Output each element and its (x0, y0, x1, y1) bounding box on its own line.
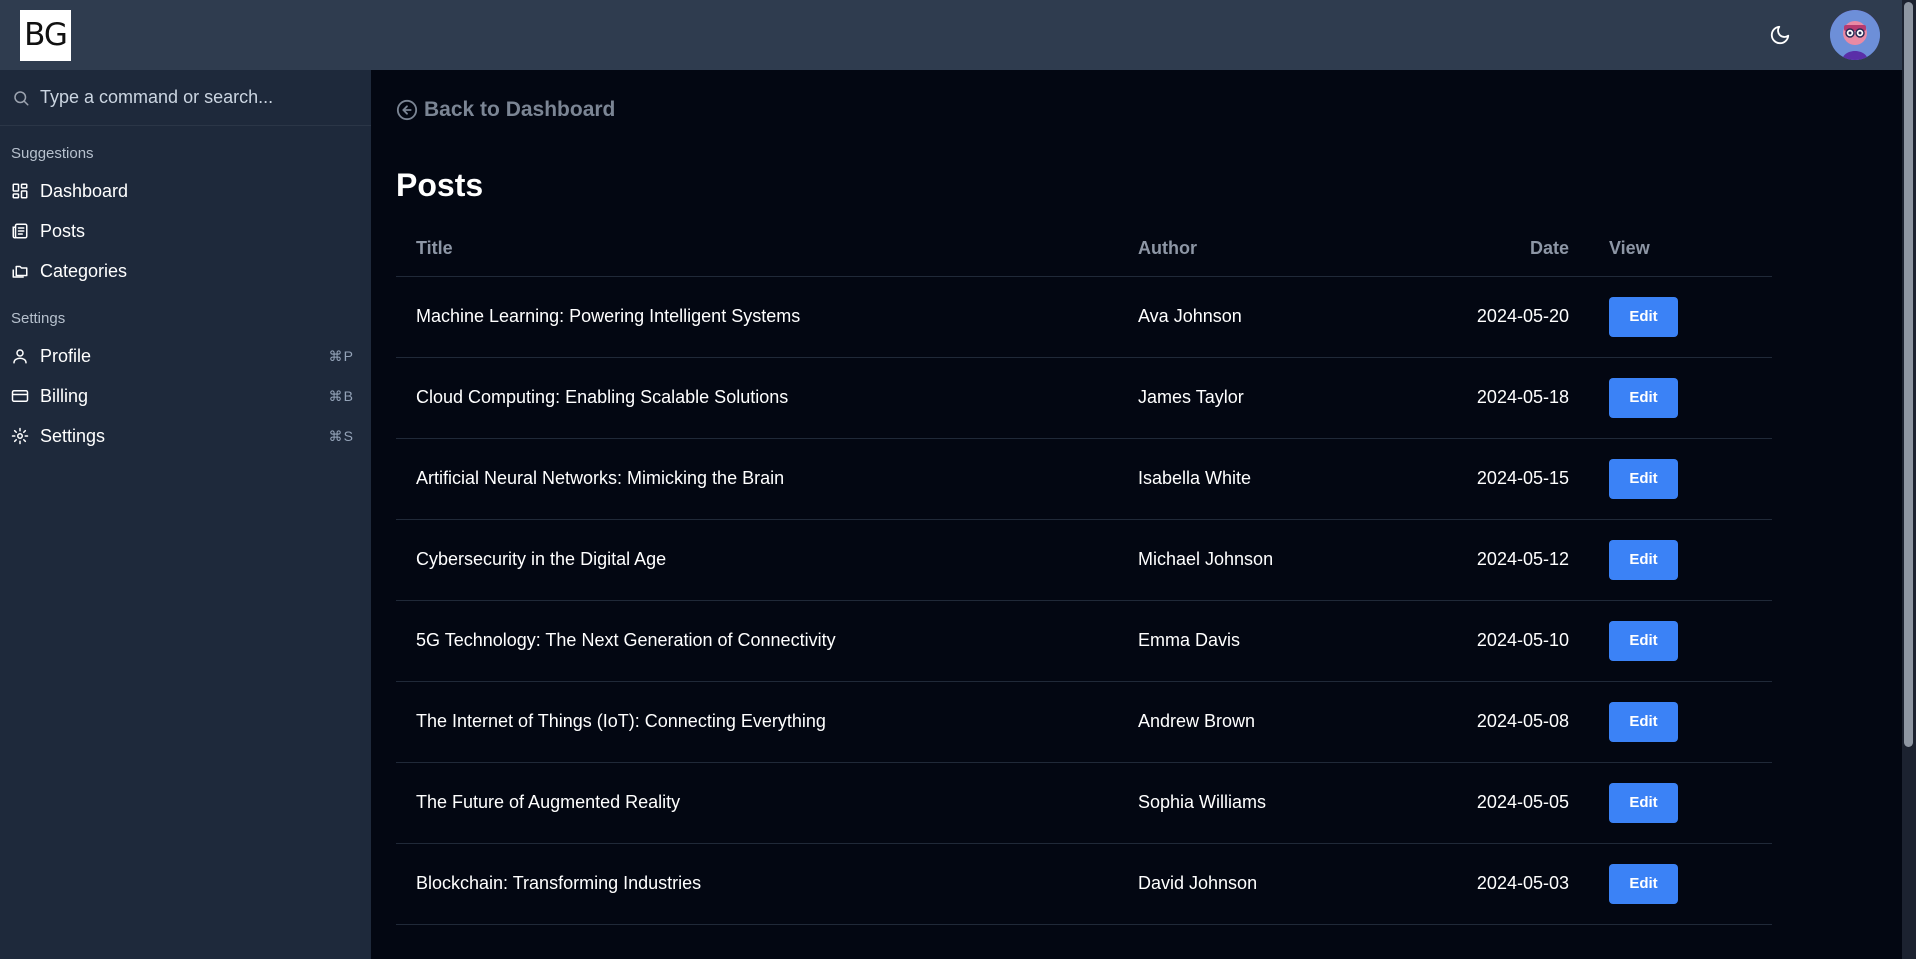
table-row: Cloud Computing: Enabling Scalable Solut… (396, 357, 1772, 439)
post-date-cell: 2024-05-05 (1378, 762, 1589, 844)
sidebar-item-label: Profile (40, 345, 92, 366)
arrow-left-circle-icon (396, 99, 418, 121)
post-date-cell: 2024-05-08 (1378, 681, 1589, 763)
edit-button[interactable]: Edit (1609, 782, 1678, 823)
view-cell: Edit (1589, 519, 1772, 601)
post-title-cell: Machine Learning: Powering Intelligent S… (396, 276, 1118, 358)
moon-icon (1770, 25, 1790, 45)
view-cell: Edit (1589, 276, 1772, 358)
edit-button[interactable]: Edit (1609, 863, 1678, 904)
column-header-author: Author (1118, 222, 1378, 277)
sidebar-item-categories[interactable]: Categories (0, 251, 371, 291)
post-title-cell: 5G Technology: The Next Generation of Co… (396, 600, 1118, 682)
gear-icon (11, 427, 29, 445)
sidebar-item-posts[interactable]: Posts (0, 211, 371, 251)
top-bar: BG (0, 0, 1916, 70)
edit-button[interactable]: Edit (1609, 296, 1678, 337)
shortcut-hint: ⌘S (328, 427, 354, 444)
sidebar-item-label: Billing (40, 385, 89, 406)
settings-heading: Settings (11, 310, 66, 327)
table-row: Cybersecurity in the Digital Age Michael… (396, 519, 1772, 601)
posts-table: Title Author Date View Machine Learning:… (396, 222, 1772, 925)
view-cell: Edit (1589, 843, 1772, 925)
sidebar-item-settings[interactable]: Settings ⌘S (0, 416, 371, 456)
post-date-cell: 2024-05-03 (1378, 843, 1589, 925)
theme-toggle-button[interactable] (1766, 21, 1794, 49)
table-row: Artificial Neural Networks: Mimicking th… (396, 438, 1772, 520)
page-title: Posts (396, 167, 484, 203)
edit-button[interactable]: Edit (1609, 377, 1678, 418)
view-cell: Edit (1589, 762, 1772, 844)
table-row: 5G Technology: The Next Generation of Co… (396, 600, 1772, 682)
avatar[interactable] (1830, 10, 1880, 60)
table-row: Machine Learning: Powering Intelligent S… (396, 276, 1772, 358)
shortcut-hint: ⌘B (328, 387, 354, 404)
post-author-cell: Andrew Brown (1118, 681, 1378, 763)
post-date-cell: 2024-05-10 (1378, 600, 1589, 682)
post-date-cell: 2024-05-20 (1378, 276, 1589, 358)
edit-button[interactable]: Edit (1609, 458, 1678, 499)
scrollbar-thumb[interactable] (1904, 2, 1913, 747)
post-author-cell: James Taylor (1118, 357, 1378, 439)
edit-button[interactable]: Edit (1609, 701, 1678, 742)
table-row: The Future of Augmented Reality Sophia W… (396, 762, 1772, 844)
sidebar-item-label: Categories (40, 260, 128, 281)
post-title-cell: The Future of Augmented Reality (396, 762, 1118, 844)
post-author-cell: David Johnson (1118, 843, 1378, 925)
table-row: Blockchain: Transforming Industries Davi… (396, 843, 1772, 925)
sidebar-item-profile[interactable]: Profile ⌘P (0, 336, 371, 376)
suggestions-heading: Suggestions (11, 145, 94, 162)
edit-button[interactable]: Edit (1609, 620, 1678, 661)
post-author-cell: Isabella White (1118, 438, 1378, 520)
post-date-cell: 2024-05-12 (1378, 519, 1589, 601)
back-link-label: Back to Dashboard (424, 98, 616, 121)
post-title-cell: Cloud Computing: Enabling Scalable Solut… (396, 357, 1118, 439)
post-author-cell: Michael Johnson (1118, 519, 1378, 601)
table-row: The Internet of Things (IoT): Connecting… (396, 681, 1772, 763)
sidebar-item-label: Dashboard (40, 180, 129, 201)
logo[interactable]: BG (20, 9, 71, 61)
search-icon (14, 90, 29, 105)
post-title-cell: Blockchain: Transforming Industries (396, 843, 1118, 925)
shortcut-hint: ⌘P (328, 347, 354, 364)
post-title-cell: The Internet of Things (IoT): Connecting… (396, 681, 1118, 763)
view-cell: Edit (1589, 681, 1772, 763)
post-title-cell: Cybersecurity in the Digital Age (396, 519, 1118, 601)
column-header-date: Date (1378, 222, 1589, 277)
sidebar-item-label: Posts (40, 220, 86, 241)
user-icon (11, 347, 29, 365)
credit-card-icon (11, 387, 29, 405)
post-author-cell: Sophia Williams (1118, 762, 1378, 844)
top-bar-actions (1766, 10, 1880, 60)
dashboard-icon (11, 182, 29, 200)
column-header-title: Title (396, 222, 1118, 277)
view-cell: Edit (1589, 438, 1772, 520)
edit-button[interactable]: Edit (1609, 539, 1678, 580)
sidebar-item-label: Settings (40, 425, 106, 446)
post-date-cell: 2024-05-18 (1378, 357, 1589, 439)
view-cell: Edit (1589, 357, 1772, 439)
posts-icon (11, 222, 29, 240)
post-author-cell: Emma Davis (1118, 600, 1378, 682)
main-content: Back to Dashboard Posts Title Author Dat… (396, 70, 1772, 925)
folders-icon (11, 262, 29, 280)
view-cell: Edit (1589, 600, 1772, 682)
sidebar-item-billing[interactable]: Billing ⌘B (0, 376, 371, 416)
column-header-view: View (1589, 222, 1772, 277)
sidebar-item-dashboard[interactable]: Dashboard (0, 171, 371, 211)
post-date-cell: 2024-05-15 (1378, 438, 1589, 520)
search-input[interactable] (40, 87, 360, 108)
sidebar: Suggestions Dashboard Posts Categories S… (0, 70, 371, 959)
command-search (0, 70, 371, 126)
avatar-image (1830, 10, 1880, 60)
back-to-dashboard-link[interactable]: Back to Dashboard (396, 98, 615, 122)
post-title-cell: Artificial Neural Networks: Mimicking th… (396, 438, 1118, 520)
post-author-cell: Ava Johnson (1118, 276, 1378, 358)
table-header-row: Title Author Date View (396, 222, 1772, 277)
page-scrollbar[interactable] (1902, 0, 1916, 959)
